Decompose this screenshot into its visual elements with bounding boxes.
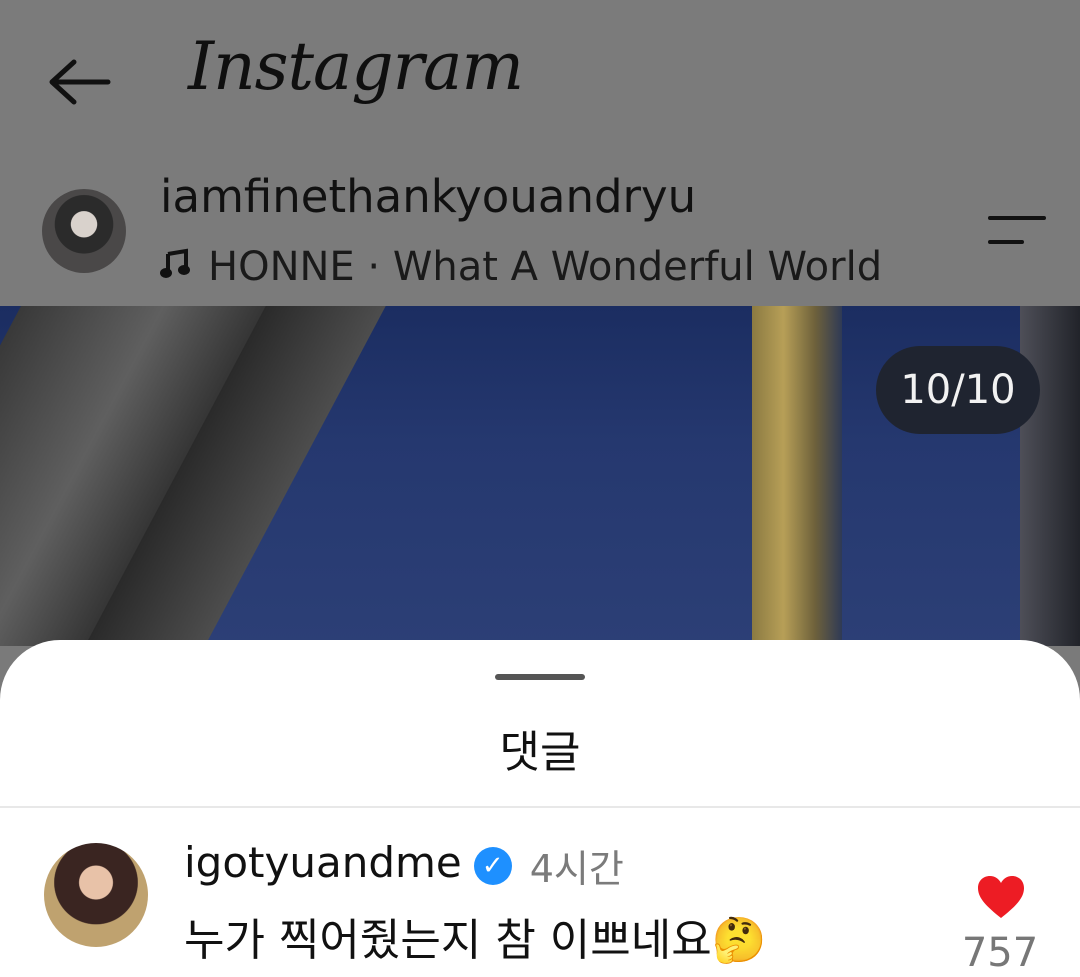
- like-count: 757: [961, 930, 1039, 976]
- menu-icon: [988, 216, 1046, 220]
- music-info[interactable]: HONNE · What A Wonderful World: [160, 244, 882, 290]
- post-header: Instagram iamfinethankyouandryu HONNE · …: [0, 0, 1080, 306]
- menu-icon-line: [988, 240, 1024, 244]
- instagram-logo[interactable]: Instagram: [188, 28, 524, 105]
- sheet-drag-handle[interactable]: [495, 674, 585, 680]
- avatar[interactable]: [42, 189, 126, 273]
- heart-icon: [978, 876, 1024, 918]
- comment-text: 누가 찍어줬는지 참 이쁘네요🤔: [184, 915, 767, 966]
- music-label: HONNE · What A Wonderful World: [208, 244, 883, 290]
- bridge-beam-middle: [752, 306, 842, 646]
- music-note-icon: [160, 248, 190, 278]
- image-counter: 10/10: [876, 346, 1040, 434]
- like-button[interactable]: [976, 874, 1026, 920]
- back-arrow-icon: [49, 59, 111, 105]
- comment-time: 4시간: [529, 847, 624, 891]
- comments-title: 댓글: [499, 727, 581, 778]
- back-button[interactable]: [44, 52, 114, 112]
- comment-username[interactable]: igotyuandme: [184, 838, 462, 887]
- divider: [0, 806, 1080, 808]
- comment-header: igotyuandme ✓ 4시간: [184, 838, 624, 893]
- post-username[interactable]: iamfinethankyouandryu: [160, 170, 696, 223]
- verified-badge-icon: ✓: [473, 846, 512, 885]
- bridge-beam-right: [1020, 306, 1080, 646]
- menu-button[interactable]: [988, 214, 1048, 250]
- comment-avatar[interactable]: [44, 843, 148, 947]
